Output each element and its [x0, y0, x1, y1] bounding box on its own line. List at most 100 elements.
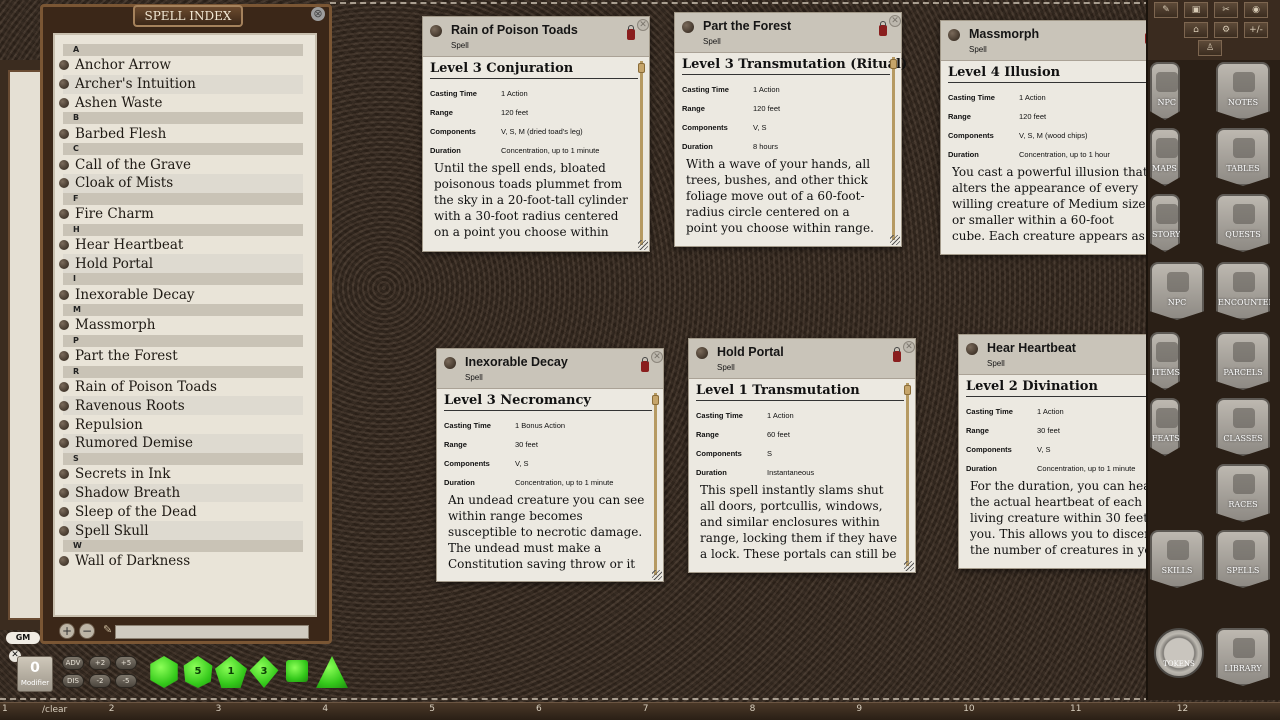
hotkey-slot-2[interactable]: 2: [109, 704, 115, 714]
spell-card[interactable]: MassmorphSpell✕Level 4 IllusionCasting T…: [940, 20, 1168, 255]
sidebar-button-skills[interactable]: SKILLS: [1150, 530, 1204, 588]
sidebar-button-items[interactable]: ITEMS: [1150, 332, 1180, 390]
spell-link-icon[interactable]: [59, 400, 69, 411]
hotkey-slot-10[interactable]: 10: [963, 704, 974, 714]
lock-icon[interactable]: [879, 21, 887, 36]
hotkey-slot-5[interactable]: 5: [429, 704, 435, 714]
minus5-button[interactable]: -5: [115, 674, 137, 688]
spell-list-item[interactable]: Shadow Breath: [59, 483, 303, 503]
spell-link-icon[interactable]: [59, 128, 69, 139]
card-header[interactable]: MassmorphSpell✕: [941, 21, 1167, 61]
sidebar-button-tables[interactable]: TABLES: [1216, 128, 1270, 186]
spell-list-item[interactable]: Archer's Intuition: [59, 74, 303, 94]
hotkey-slot-12[interactable]: 12: [1177, 704, 1188, 714]
spell-link-icon[interactable]: [59, 506, 69, 517]
spell-link-icon[interactable]: [59, 289, 69, 300]
spell-link-icon[interactable]: [948, 29, 960, 41]
spell-link-icon[interactable]: [59, 209, 69, 220]
spell-link-icon[interactable]: [59, 97, 69, 108]
spell-link-icon[interactable]: [59, 320, 69, 331]
spell-index-window[interactable]: SPELL INDEX ⊗ A Anchor Arrow Archer's Intu…: [40, 4, 332, 644]
spell-list-item[interactable]: Rumored Demise: [59, 433, 303, 453]
spell-link-icon[interactable]: [59, 60, 69, 71]
spell-link-icon[interactable]: [59, 487, 69, 498]
scrollbar[interactable]: [654, 393, 657, 575]
spell-link-icon[interactable]: [59, 469, 69, 480]
spell-link-icon[interactable]: [59, 351, 69, 362]
hotkey-slot-3[interactable]: 3: [216, 704, 222, 714]
spell-list-item[interactable]: Anchor Arrow: [59, 56, 303, 75]
scrollbar-thumb[interactable]: [890, 59, 897, 69]
sidebar-button-npc[interactable]: NPC: [1150, 262, 1204, 320]
hotkey-slot-8[interactable]: 8: [750, 704, 756, 714]
spell-link-icon[interactable]: [59, 419, 69, 430]
adv-button[interactable]: ADV: [62, 656, 84, 670]
scrollbar-thumb[interactable]: [652, 395, 659, 405]
sidebar-button-tokens[interactable]: TOKENS: [1154, 628, 1204, 678]
card-header[interactable]: Rain of Poison Toads Spell ✕: [423, 17, 649, 57]
spell-link-icon[interactable]: [966, 343, 978, 355]
chat-log[interactable]: [8, 70, 44, 620]
gear-icon[interactable]: ⚙: [1214, 22, 1238, 38]
spell-list-item[interactable]: Ashen Waste: [59, 94, 303, 113]
hotkey-command[interactable]: /clear: [42, 705, 67, 715]
spell-list-item[interactable]: Ravenous Roots: [59, 396, 303, 416]
spell-list-item[interactable]: Call of the Grave: [59, 155, 303, 174]
lock-icon[interactable]: [627, 25, 635, 40]
card-header[interactable]: Part the Forest Spell ✕: [675, 13, 901, 53]
search-input[interactable]: [115, 625, 309, 639]
scrollbar[interactable]: [640, 61, 643, 245]
close-icon[interactable]: ⊗: [311, 7, 325, 21]
spell-list-item[interactable]: Rain of Poison Toads: [59, 378, 303, 397]
spell-link-icon[interactable]: [59, 239, 69, 250]
spell-link-icon[interactable]: [59, 159, 69, 170]
d6-die[interactable]: [286, 660, 308, 682]
spell-card[interactable]: Hold Portal Spell ✕ Level 1 Transmutation Ca…: [688, 338, 916, 573]
hotkey-slot-1[interactable]: 1: [2, 704, 8, 714]
spell-list-item[interactable]: Wall of Darkness: [59, 552, 303, 571]
sidebar-button-quests[interactable]: QUESTS: [1216, 194, 1270, 252]
lock-icon[interactable]: [893, 347, 901, 362]
hotkey-slot-6[interactable]: 6: [536, 704, 542, 714]
close-icon[interactable]: ✕: [889, 15, 901, 27]
sidebar-button-feats[interactable]: FEATS: [1150, 398, 1180, 456]
wrench-icon[interactable]: ✎: [1154, 2, 1178, 18]
spell-card[interactable]: Rain of Poison Toads Spell ✕ Level 3 Conjur…: [422, 16, 650, 252]
scrollbar[interactable]: [892, 57, 895, 240]
close-icon[interactable]: ✕: [651, 351, 663, 363]
sidebar-button-npc[interactable]: NPC: [1150, 62, 1180, 120]
spell-card[interactable]: Inexorable Decay Spell ✕ Level 3 Necromancy…: [436, 348, 664, 582]
close-icon[interactable]: ✕: [903, 341, 915, 353]
hotkey-slot-11[interactable]: 11: [1070, 704, 1081, 714]
sidebar-button-library[interactable]: LIBRARY: [1216, 628, 1270, 686]
sidebar-button-spells[interactable]: SPELLS: [1216, 530, 1270, 588]
hotkey-slot-7[interactable]: 7: [643, 704, 649, 714]
close-icon[interactable]: ✕: [637, 19, 649, 31]
spell-link-icon[interactable]: [59, 556, 69, 567]
spell-list-item[interactable]: Barbed Flesh: [59, 124, 303, 143]
crop-icon[interactable]: ✂: [1214, 2, 1238, 18]
spell-list-item[interactable]: Inexorable Decay: [59, 285, 303, 304]
spell-link-icon[interactable]: [59, 438, 69, 449]
hotkey-bar[interactable]: [0, 702, 1280, 720]
plus2-button[interactable]: +2: [89, 656, 111, 670]
spell-list-item[interactable]: Sleep of the Dead: [59, 502, 303, 521]
remove-button[interactable]: −: [79, 623, 95, 639]
modifier-box[interactable]: 0 Modifier: [17, 656, 53, 692]
sidebar-button-classes[interactable]: CLASSES: [1216, 398, 1270, 456]
sidebar-button-story[interactable]: STORY: [1150, 194, 1180, 252]
scrollbar[interactable]: [906, 383, 909, 566]
home-icon[interactable]: ⌂: [1184, 22, 1208, 38]
resize-grip[interactable]: [652, 570, 662, 580]
spell-link-icon[interactable]: [430, 25, 442, 37]
camera-icon[interactable]: ◉: [1244, 2, 1268, 18]
spell-list-item[interactable]: Spell Skull: [59, 521, 303, 540]
resize-grip[interactable]: [638, 240, 648, 250]
spell-link-icon[interactable]: [59, 178, 69, 189]
grid-icon[interactable]: ▣: [1184, 2, 1208, 18]
spell-list-item[interactable]: Part the Forest: [59, 347, 303, 366]
sidebar-button-encounters[interactable]: ENCOUNTERS: [1216, 262, 1270, 320]
sidebar-button-races[interactable]: RACES: [1216, 464, 1270, 522]
minus2-button[interactable]: -2: [89, 674, 111, 688]
spell-link-icon[interactable]: [59, 525, 69, 536]
